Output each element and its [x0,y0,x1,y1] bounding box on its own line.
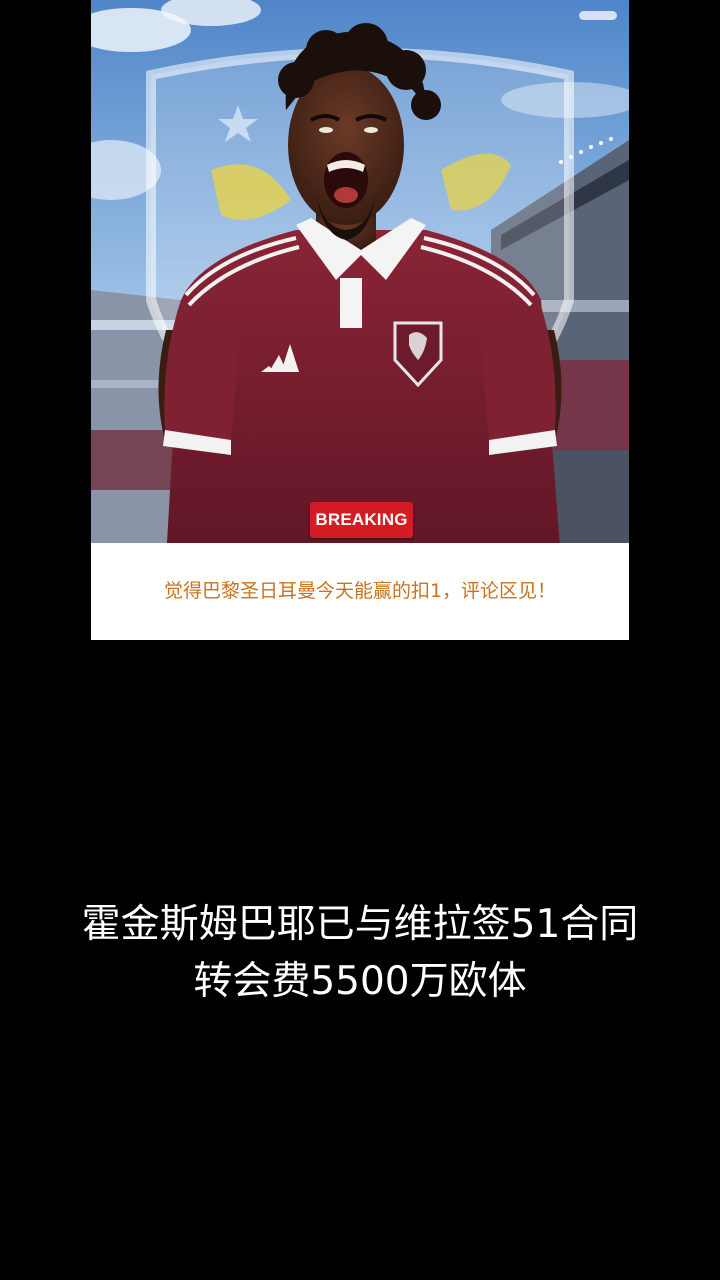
post-caption: 觉得巴黎圣日耳曼今天能赢的扣1，评论区见！ [163,580,557,602]
post-card: BREAKING 觉得巴黎圣日耳曼今天能赢的扣1，评论区见！ [91,0,629,640]
video-frame: BREAKING 觉得巴黎圣日耳曼今天能赢的扣1，评论区见！ 霍金斯姆巴耶已与维… [0,0,720,1280]
breaking-badge: BREAKING [310,502,413,538]
subtitle-line-2: 转会费5500万欧体 [193,959,527,1004]
caption-bar: 觉得巴黎圣日耳曼今天能赢的扣1，评论区见！ [91,543,629,640]
watermark-badge [579,11,617,20]
player-photo: BREAKING [91,0,629,543]
subtitle-line-1: 霍金斯姆巴耶已与维拉签51合同 [81,902,639,947]
